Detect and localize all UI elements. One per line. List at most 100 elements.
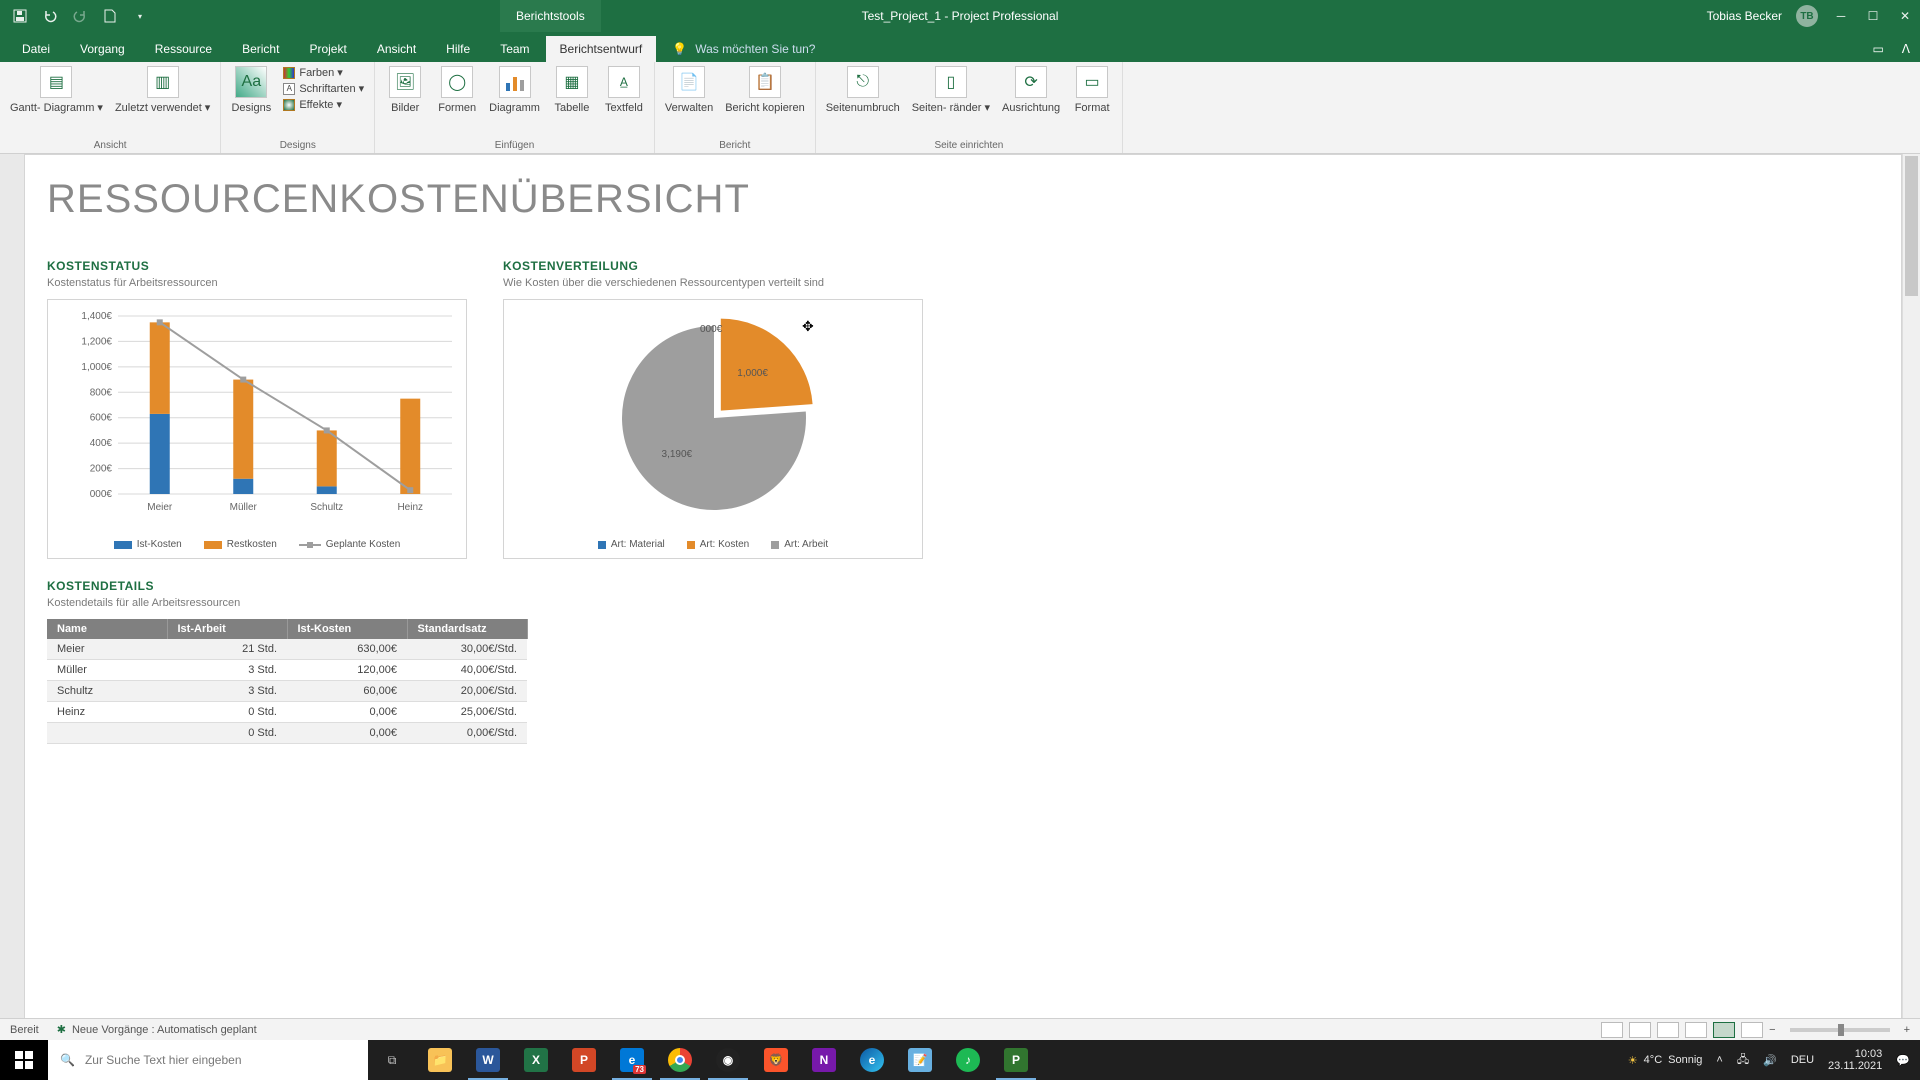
- view-button-6[interactable]: [1741, 1022, 1763, 1038]
- zoom-out-button[interactable]: −: [1769, 1024, 1775, 1036]
- scrollbar-vertical[interactable]: [1902, 154, 1920, 1036]
- report-page[interactable]: RESSOURCENKOSTENÜBERSICHT KOSTENSTATUS K…: [24, 154, 1902, 1036]
- detail-table[interactable]: NameIst-ArbeitIst-KostenStandardsatz Mei…: [47, 619, 528, 744]
- table-cell: 630,00€: [287, 639, 407, 660]
- context-tab-berichtstools[interactable]: Berichtstools: [500, 0, 601, 32]
- view-button-3[interactable]: [1657, 1022, 1679, 1038]
- pie-chart[interactable]: Art: MaterialArt: KostenArt: Arbeit ✥ 00…: [503, 299, 923, 559]
- table-row[interactable]: Schultz3 Std.60,00€20,00€/Std.: [47, 681, 527, 702]
- save-icon[interactable]: [12, 8, 28, 24]
- effects-icon: [283, 99, 295, 111]
- manage-button[interactable]: 📄Verwalten: [665, 66, 713, 114]
- lightbulb-icon: 💡: [672, 42, 687, 56]
- textbox-button[interactable]: A̲Textfeld: [604, 66, 644, 114]
- notifications-icon[interactable]: 💬: [1896, 1054, 1910, 1067]
- app-edge-legacy[interactable]: e73: [608, 1040, 656, 1080]
- view-button-2[interactable]: [1629, 1022, 1651, 1038]
- document-area: RESSOURCENKOSTENÜBERSICHT KOSTENSTATUS K…: [0, 154, 1920, 1054]
- app-brave[interactable]: 🦁: [752, 1040, 800, 1080]
- document-icon[interactable]: [102, 8, 118, 24]
- margins-button[interactable]: ▯Seiten- ränder ▾: [912, 66, 990, 114]
- tray-expand-icon[interactable]: ˄: [1716, 1054, 1722, 1066]
- tab-berichtsentwurf[interactable]: Berichtsentwurf: [546, 36, 657, 62]
- language[interactable]: DEU: [1791, 1054, 1814, 1066]
- weather[interactable]: ☀ 4°C Sonnig: [1628, 1054, 1703, 1067]
- brave-icon: 🦁: [764, 1048, 788, 1072]
- minimize-icon[interactable]: ─: [1832, 7, 1850, 25]
- app-spotify[interactable]: ♪: [944, 1040, 992, 1080]
- shapes-button[interactable]: ◯Formen: [437, 66, 477, 114]
- clock[interactable]: 10:03 23.11.2021: [1828, 1048, 1882, 1072]
- effects-button[interactable]: Effekte ▾: [283, 98, 364, 111]
- chart-button[interactable]: Diagramm: [489, 66, 540, 114]
- user-avatar[interactable]: TB: [1796, 5, 1818, 27]
- menu-tabs: Datei Vorgang Ressource Bericht Projekt …: [0, 32, 1920, 62]
- table-row[interactable]: Meier21 Std.630,00€30,00€/Std.: [47, 639, 527, 660]
- app-word[interactable]: W: [464, 1040, 512, 1080]
- scrollbar-thumb[interactable]: [1905, 156, 1918, 296]
- zoom-slider[interactable]: [1790, 1028, 1890, 1032]
- fonts-button[interactable]: ASchriftarten ▾: [283, 82, 364, 95]
- tab-hilfe[interactable]: Hilfe: [432, 36, 484, 62]
- tab-team[interactable]: Team: [486, 36, 543, 62]
- view-button-1[interactable]: [1601, 1022, 1623, 1038]
- search-box[interactable]: 🔍 Zur Suche Text hier eingeben: [48, 1040, 368, 1080]
- view-button-4[interactable]: [1685, 1022, 1707, 1038]
- table-row[interactable]: 0 Std.0,00€0,00€/Std.: [47, 723, 527, 744]
- network-icon[interactable]: 🖧: [1737, 1051, 1749, 1070]
- close-icon[interactable]: ✕: [1896, 7, 1914, 25]
- zoom-handle[interactable]: [1838, 1024, 1844, 1036]
- bar-chart[interactable]: 000€200€400€600€800€1,000€1,200€1,400€Me…: [47, 299, 467, 559]
- copy-report-button[interactable]: 📋Bericht kopieren: [725, 66, 805, 114]
- page-break-button[interactable]: ⎋Seitenumbruch: [826, 66, 900, 114]
- obs-icon: ◉: [716, 1048, 740, 1072]
- tab-ansicht[interactable]: Ansicht: [363, 36, 430, 62]
- table-row[interactable]: Heinz0 Std.0,00€25,00€/Std.: [47, 702, 527, 723]
- qat-dropdown-icon[interactable]: ▾: [132, 8, 148, 24]
- app-edge[interactable]: e: [848, 1040, 896, 1080]
- designs-button[interactable]: AaDesigns: [231, 66, 271, 114]
- user-name[interactable]: Tobias Becker: [1707, 9, 1782, 23]
- orientation-button[interactable]: ⟳Ausrichtung: [1002, 66, 1060, 114]
- ribbon: ▤Gantt- Diagramm ▾ ▥Zuletzt verwendet ▾ …: [0, 62, 1920, 154]
- table-header: Ist-Kosten: [287, 619, 407, 639]
- view-button-5[interactable]: [1713, 1022, 1735, 1038]
- status-sched: Neue Vorgänge : Automatisch geplant: [72, 1024, 257, 1036]
- app-powerpoint[interactable]: P: [560, 1040, 608, 1080]
- start-button[interactable]: [0, 1040, 48, 1080]
- colors-button[interactable]: Farben ▾: [283, 66, 364, 79]
- tell-me[interactable]: 💡 Was möchten Sie tun?: [658, 36, 829, 62]
- legend-item: Restkosten: [204, 539, 277, 550]
- table-cell: 0,00€: [287, 723, 407, 744]
- app-explorer[interactable]: 📁: [416, 1040, 464, 1080]
- task-view-button[interactable]: ⧉: [368, 1040, 416, 1080]
- tab-projekt[interactable]: Projekt: [295, 36, 360, 62]
- tab-ressource[interactable]: Ressource: [141, 36, 226, 62]
- app-obs[interactable]: ◉: [704, 1040, 752, 1080]
- ribbon-display-icon[interactable]: ▭: [1872, 42, 1883, 56]
- redo-icon[interactable]: [72, 8, 88, 24]
- tab-datei[interactable]: Datei: [8, 36, 64, 62]
- app-excel[interactable]: X: [512, 1040, 560, 1080]
- table-cell: Müller: [47, 660, 167, 681]
- size-button[interactable]: ▭Format: [1072, 66, 1112, 114]
- notepad-icon: 📝: [908, 1048, 932, 1072]
- table-cell: 60,00€: [287, 681, 407, 702]
- ribbon-collapse-icon[interactable]: ᐱ: [1902, 42, 1910, 56]
- tab-vorgang[interactable]: Vorgang: [66, 36, 139, 62]
- app-notepad[interactable]: 📝: [896, 1040, 944, 1080]
- app-chrome[interactable]: [656, 1040, 704, 1080]
- table-button[interactable]: ▦Tabelle: [552, 66, 592, 114]
- undo-icon[interactable]: [42, 8, 58, 24]
- app-onenote[interactable]: N: [800, 1040, 848, 1080]
- group-einfuegen-label: Einfügen: [385, 138, 644, 151]
- maximize-icon[interactable]: ☐: [1864, 7, 1882, 25]
- table-row[interactable]: Müller3 Std.120,00€40,00€/Std.: [47, 660, 527, 681]
- images-button[interactable]: 🖼Bilder: [385, 66, 425, 114]
- sound-icon[interactable]: 🔊: [1763, 1054, 1777, 1067]
- app-project[interactable]: P: [992, 1040, 1040, 1080]
- gantt-diagram-button[interactable]: ▤Gantt- Diagramm ▾: [10, 66, 103, 114]
- recently-used-button[interactable]: ▥Zuletzt verwendet ▾: [115, 66, 210, 114]
- tab-bericht[interactable]: Bericht: [228, 36, 293, 62]
- zoom-in-button[interactable]: +: [1904, 1024, 1910, 1036]
